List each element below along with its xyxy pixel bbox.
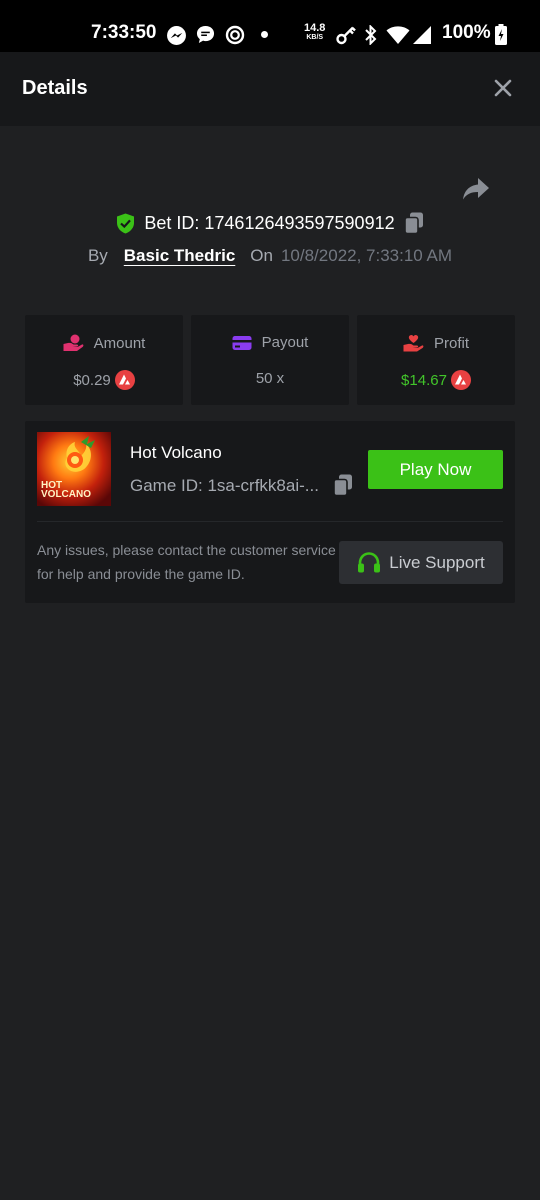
signal-icon <box>413 26 431 44</box>
status-bar: 7:33:50 14.8 KB/S 100% <box>0 0 540 52</box>
messenger-icon <box>167 26 186 45</box>
amount-card: Amount $0.29 <box>25 315 183 405</box>
game-name: Hot Volcano <box>130 443 222 462</box>
amount-label: Amount <box>93 334 146 352</box>
hand-coins-icon <box>63 334 84 351</box>
avalanche-icon <box>114 370 135 390</box>
copy-icon[interactable] <box>333 474 353 496</box>
payout-label: Payout <box>261 334 309 351</box>
live-support-button[interactable]: Live Support <box>339 541 503 584</box>
live-support-label: Live Support <box>389 552 485 572</box>
payout-value: 50 x <box>255 370 285 387</box>
network-speed-unit: KB/S <box>306 34 324 41</box>
thumbnail-title: HOT VOLCANO <box>41 481 91 500</box>
bet-date: 10/8/2022, 7:33:10 AM <box>280 246 453 265</box>
notification-dot <box>261 31 268 38</box>
bluetooth-icon <box>365 25 377 45</box>
key-icon <box>336 26 356 45</box>
support-notice: Any issues, please contact the customer … <box>37 542 336 582</box>
profit-label: Profit <box>433 334 469 352</box>
page-title: Details <box>22 77 88 99</box>
on-label: On <box>250 246 273 265</box>
copy-icon[interactable] <box>403 212 424 234</box>
bet-id-row: Bet ID: 1746126493597590912 <box>0 212 540 242</box>
status-time: 7:33:50 <box>91 22 157 43</box>
bet-meta-row: By Basic Thedric On 10/8/2022, 7:33:10 A… <box>0 246 540 270</box>
card-icon <box>232 335 252 350</box>
bet-id: Bet ID: 1746126493597590912 <box>144 212 395 233</box>
battery-percent: 100% <box>442 22 491 43</box>
play-now-button[interactable]: Play Now <box>368 450 503 489</box>
network-speed-value: 14.8 <box>304 22 326 34</box>
user-link[interactable]: Basic Thedric <box>124 246 236 266</box>
game-card: HOT VOLCANO Hot Volcano Game ID: 1sa-crf… <box>25 421 515 603</box>
battery-icon <box>495 24 507 45</box>
profit-value: $14.67 <box>401 371 447 389</box>
close-icon[interactable] <box>489 74 517 102</box>
game-thumbnail[interactable]: HOT VOLCANO <box>37 432 111 506</box>
ring-icon <box>225 25 245 45</box>
wifi-icon <box>386 26 410 44</box>
network-speed: 14.8 KB/S <box>304 23 325 43</box>
avalanche-icon <box>450 370 471 390</box>
thumbnail-title-line2: VOLCANO <box>41 489 91 500</box>
chat-icon <box>196 25 215 44</box>
share-arrow-icon[interactable] <box>461 176 491 202</box>
amount-value: $0.29 <box>73 371 111 389</box>
payout-card: Payout 50 x <box>191 315 349 405</box>
by-label: By <box>87 246 108 265</box>
details-header: Details <box>0 52 540 126</box>
game-id: Game ID: 1sa-crfkk8ai-... <box>130 476 319 495</box>
hand-heart-icon <box>403 334 424 352</box>
divider <box>37 521 503 522</box>
profit-card: Profit $14.67 <box>357 315 515 405</box>
headset-icon <box>358 551 381 572</box>
shield-check-icon <box>117 213 135 233</box>
